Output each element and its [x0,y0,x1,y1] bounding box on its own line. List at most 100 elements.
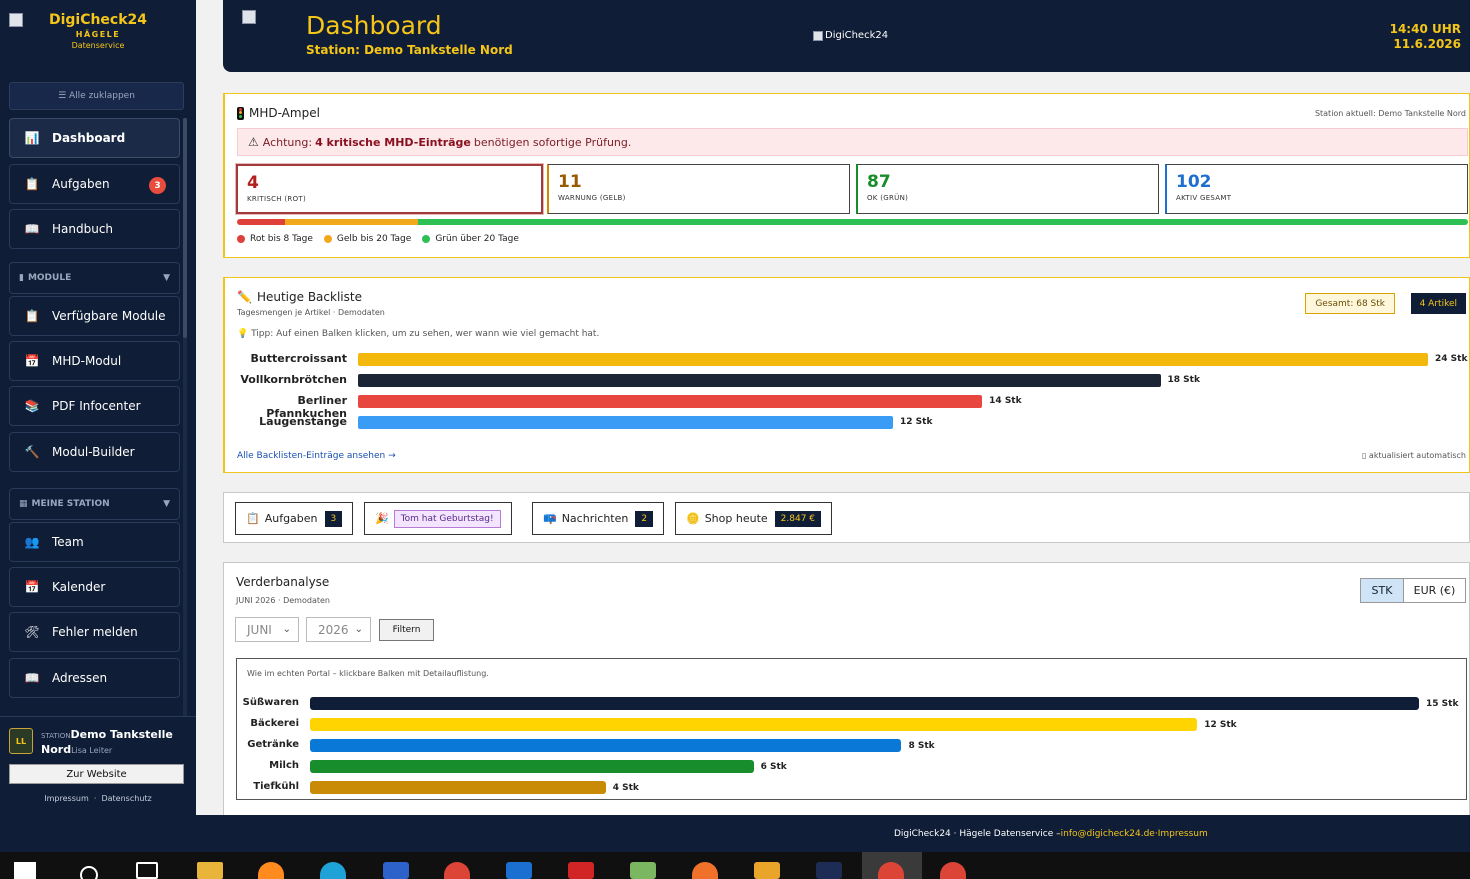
bar-row[interactable]: Milch 6 Stk [237,759,1466,773]
stat-kritisch[interactable]: 4 KRITISCH (ROT) [236,164,543,214]
windows-start-icon[interactable] [14,862,36,879]
legal-links: Impressum · Datenschutz [0,794,196,803]
backliste-card: ✏️ Heutige Backliste Tagesmengen je Arti… [223,277,1470,473]
section-module[interactable]: ▮ MODULE ▼ [9,262,180,294]
outlook-icon[interactable] [506,862,532,879]
bar-value-label: 14 Stk [989,396,1022,406]
bar-row[interactable]: Vollkornbrötchen 18 Stk [237,373,1467,387]
red-dot-icon [237,235,245,243]
bar[interactable] [358,374,1161,387]
notepad-icon[interactable] [630,862,656,879]
stat-label: OK (GRÜN) [867,194,909,202]
stat-ok[interactable]: 87 OK (GRÜN) [856,164,1159,214]
birthday-quick-button[interactable]: 🎉 Tom hat Geburtstag! [364,502,512,535]
sidebar-item-label: PDF Infocenter [52,399,141,413]
critical-alert: ⚠ Achtung: 4 kritische MHD-Einträge benö… [237,128,1468,156]
bar[interactable] [310,739,902,752]
traffic-light-icon [237,106,244,120]
app-icon[interactable] [692,862,718,879]
sidebar-item-kalender[interactable]: 📅 Kalender [9,567,180,607]
broken-image-icon [813,30,823,41]
clipboard-icon: 📋 [24,177,40,191]
collapse-all-button[interactable]: ☰ Alle zuklappen [9,82,184,110]
legend-label: Grün über 20 Tage [435,234,519,244]
sidebar-item-handbuch[interactable]: 📖 Handbuch [9,209,180,249]
tools-icon: 🛠 [24,625,40,639]
sidebar-scrollbar-thumb[interactable] [183,118,187,338]
bar-row[interactable]: Buttercroissant 24 Stk [237,352,1467,366]
section-meine-station[interactable]: ▦ MEINE STATION ▼ [9,488,180,520]
bar-row[interactable]: Getränke 8 Stk [237,738,1466,752]
stat-warnung[interactable]: 11 WARNUNG (GELB) [547,164,850,214]
bar-label: Laugenstange [259,415,347,428]
bar-row[interactable]: Süßwaren 15 Stk [237,696,1466,710]
station-label: Station: Demo Tankstelle Nord [306,43,513,57]
bar-row[interactable]: Laugenstange 12 Stk [237,415,1467,429]
filter-button[interactable]: Filtern [379,619,434,641]
powershell-icon[interactable] [383,862,409,879]
aufgaben-quick-button[interactable]: 📋 Aufgaben 3 [235,502,354,535]
stamp-icon[interactable] [754,862,780,879]
page-footer: DigiCheck24 · Hägele Datenservice –info@… [196,815,1470,852]
bar-row[interactable]: Tiefkühl 4 Stk [237,780,1466,794]
toggle-stk[interactable]: STK [1361,579,1404,602]
folder-icon[interactable] [197,862,223,879]
alert-suffix: benötigen sofortige Prüfung. [473,135,632,149]
chevron-down-icon: ⌄ [354,624,363,635]
chrome-icon[interactable] [444,862,470,879]
brand-logo[interactable]: DigiCheck24 HÄGELE Datenservice [0,0,196,66]
footer-mail-link[interactable]: info@digicheck24.de [1061,829,1155,839]
articles-badge: 4 Artikel [1410,293,1466,314]
impressum-link[interactable]: Impressum [44,794,88,803]
ampel-distribution-bar [237,219,1468,225]
month-select[interactable]: JUNI ⌄ [235,617,299,642]
sidebar-item-team[interactable]: 👥 Team [9,522,180,562]
sidebar-item-label: Handbuch [52,222,114,236]
nachrichten-quick-button[interactable]: 📪 Nachrichten 2 [532,502,665,535]
station-name-cont: Nord [41,743,72,756]
books-icon: 📚 [24,399,40,413]
search-icon[interactable] [80,866,98,879]
sidebar-item-fehler-melden[interactable]: 🛠 Fehler melden [9,612,180,652]
legend-item-gruen: Grün über 20 Tage [422,234,519,244]
clock-time: 14:40 UHR [1389,22,1461,36]
task-view-icon[interactable] [136,862,158,879]
verderb-title: Verderbanalyse [236,575,330,589]
bar[interactable] [310,760,754,773]
stat-aktiv-gesamt[interactable]: 102 AKTIV GESAMT [1165,164,1468,214]
bar-row[interactable]: Berliner Pfannkuchen 14 Stk [237,394,1467,420]
chrome-icon[interactable] [940,862,966,879]
bar-row[interactable]: Bäckerei 12 Stk [237,717,1466,731]
bar-label: Getränke [247,739,299,750]
section-label: MEINE STATION [31,499,110,509]
website-button[interactable]: Zur Website [9,764,184,784]
sidebar-item-aufgaben[interactable]: 📋 Aufgaben 3 [9,164,180,204]
bar[interactable] [310,697,1419,710]
sidebar-item-pdf-infocenter[interactable]: 📚 PDF Infocenter [9,386,180,426]
auto-update-note: ▯ aktualisiert automatisch [1361,451,1466,460]
sidebar-item-adressen[interactable]: 📖 Adressen [9,658,180,698]
backliste-all-link[interactable]: Alle Backlisten-Einträge ansehen → [237,451,396,461]
app-icon[interactable] [816,862,842,879]
toggle-eur[interactable]: EUR (€) [1404,579,1465,602]
datenschutz-link[interactable]: Datenschutz [101,794,151,803]
sidebar-item-modul-builder[interactable]: 🔨 Modul-Builder [9,432,180,472]
bar[interactable] [358,353,1428,366]
sidebar-item-verfuegbare-module[interactable]: 📋 Verfügbare Module [9,296,180,336]
bar[interactable] [310,718,1198,731]
page-header: Dashboard Station: Demo Tankstelle Nord … [223,0,1470,72]
firefox-icon[interactable] [258,862,284,879]
bar[interactable] [358,416,893,429]
alert-bold: 4 kritische MHD-Einträge [315,135,471,149]
sidebar-item-mhd-modul[interactable]: 📅 MHD-Modul [9,341,180,381]
bar[interactable] [310,781,606,794]
brand-line3: Datenservice [71,41,125,50]
footer-impressum-link[interactable]: ·Impressum [1155,829,1208,839]
edge-icon[interactable] [320,862,346,879]
filezilla-icon[interactable] [568,862,594,879]
sidebar-item-dashboard[interactable]: 📊 Dashboard [9,118,180,158]
shop-quick-button[interactable]: 🪙 Shop heute 2.847 € [675,502,833,535]
year-select[interactable]: 2026 ⌄ [306,617,371,642]
bar[interactable] [358,395,983,408]
sidebar-item-label: Adressen [52,671,108,685]
